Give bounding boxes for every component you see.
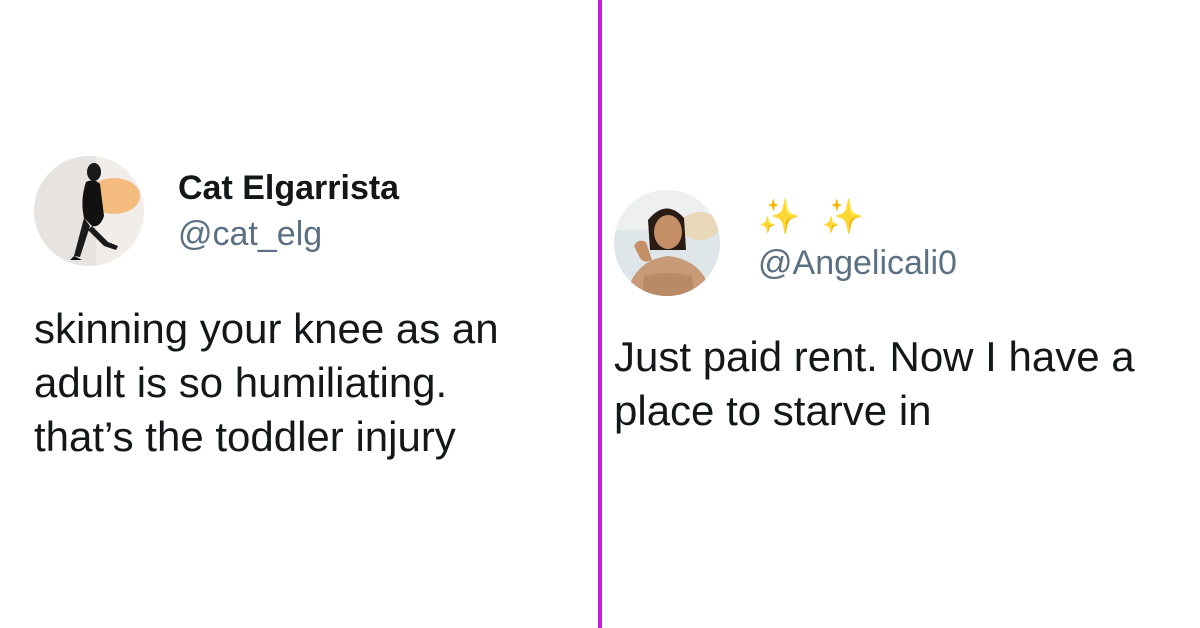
avatar-image: [34, 156, 144, 266]
panel-divider: [598, 0, 602, 628]
tweet-header: ✨ ✨ @Angelicali0: [614, 190, 1194, 296]
tweet-text: Just paid rent. Now I have a place to st…: [614, 333, 1135, 434]
avatar[interactable]: [34, 156, 144, 266]
tweet-card-right: ✨ ✨ @Angelicali0 Just paid rent. Now I h…: [614, 190, 1194, 438]
avatar[interactable]: [614, 190, 720, 296]
tweet-card-left: Cat Elgarrista @cat_elg skinning your kn…: [34, 156, 574, 464]
name-block: ✨ ✨ @Angelicali0: [758, 195, 957, 285]
display-name[interactable]: Cat Elgarrista: [178, 166, 399, 210]
user-handle[interactable]: @cat_elg: [178, 212, 399, 256]
tweet-text: skinning your knee as an adult is so hum…: [34, 305, 499, 460]
name-block: Cat Elgarrista @cat_elg: [178, 166, 399, 256]
user-handle[interactable]: @Angelicali0: [758, 241, 957, 285]
avatar-image: [614, 190, 720, 296]
display-name-sparkles-icon[interactable]: ✨ ✨: [758, 195, 957, 239]
tweet-header: Cat Elgarrista @cat_elg: [34, 156, 574, 266]
